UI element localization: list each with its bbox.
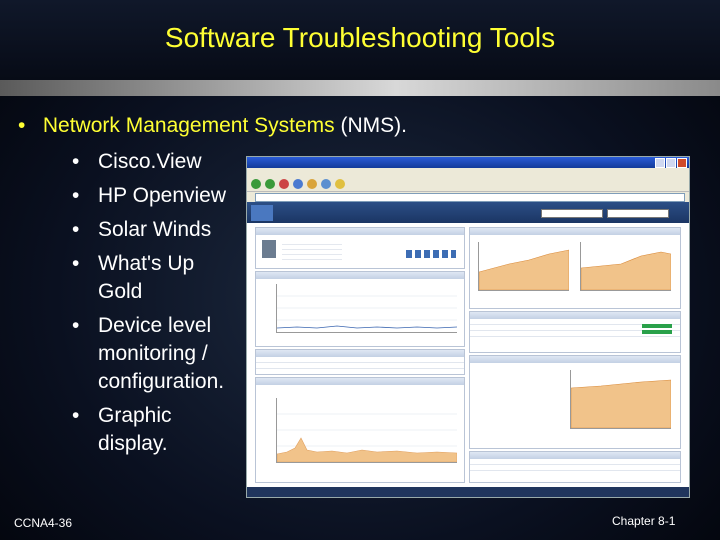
tool-icons: [406, 250, 456, 258]
ping-chart: [276, 413, 458, 463]
main-bullet-dot: •: [18, 114, 26, 137]
main-bullet: • Network Management Systems (NMS).: [18, 114, 407, 138]
disk-chart-e: [580, 251, 672, 291]
memory-table-panel: [469, 451, 681, 483]
bullet-dot: •: [72, 150, 80, 173]
screenshot-dashboard: [247, 223, 689, 487]
home-icon: [307, 179, 317, 189]
slide-title: Software Troubleshooting Tools: [164, 22, 556, 53]
ping-panel: [255, 377, 465, 483]
main-bullet-rest: (NMS).: [340, 114, 408, 137]
sub-bullet-text: Graphic display.: [98, 404, 172, 455]
main-bullet-highlight: Network Management Systems: [42, 114, 335, 137]
disk-panel: [469, 227, 681, 309]
stop-icon: [279, 179, 289, 189]
disk-chart-c: [478, 249, 570, 291]
screenshot-footer-bar: [247, 487, 689, 497]
memory-panel: [469, 355, 681, 449]
app-logo-icon: [251, 205, 273, 221]
refresh-icon: [293, 179, 303, 189]
screenshot-menubar: [247, 168, 689, 177]
cpu-panel: [255, 271, 465, 347]
device-panel: [255, 227, 465, 269]
sub-bullet-item: • HP Openview: [72, 182, 244, 210]
memory-chart: [570, 379, 672, 429]
favorites-icon: [335, 179, 345, 189]
sub-bullet-item: • Cisco.View: [72, 148, 244, 176]
sub-bullet-text: What's Up Gold: [98, 252, 195, 303]
title-divider: [0, 80, 720, 96]
bullet-dot: •: [72, 314, 80, 337]
title-bar: Software Troubleshooting Tools: [0, 0, 720, 80]
back-icon: [251, 179, 261, 189]
bullet-dot: •: [72, 404, 80, 427]
sub-bullet-text: Device level monitoring / configuration.: [98, 314, 225, 393]
screenshot-address-bar: [247, 192, 689, 202]
footer-chapter: Chapter 8-1: [612, 514, 676, 528]
cpu-table-panel: [255, 349, 465, 375]
bullet-dot: •: [72, 184, 80, 207]
network-monitor-screenshot: [246, 156, 690, 498]
sub-bullet-item: • What's Up Gold: [72, 250, 244, 306]
device-selector: [541, 208, 603, 218]
cpu-chart: [276, 284, 458, 332]
sub-bullet-text: Cisco.View: [98, 150, 202, 173]
window-controls-icon: [654, 158, 687, 173]
sub-bullet-item: • Graphic display.: [72, 402, 244, 458]
sub-bullet-text: Solar Winds: [98, 218, 212, 241]
device-icon: [262, 240, 276, 258]
sub-bullet-item: • Solar Winds: [72, 216, 244, 244]
bullet-dot: •: [72, 252, 80, 275]
sub-bullet-list: • Cisco.View • HP Openview • Solar Winds • W…: [72, 148, 244, 464]
sub-bullet-item: • Device level monitoring / configuration…: [72, 312, 244, 396]
screenshot-window-title: [247, 157, 689, 168]
search-icon: [321, 179, 331, 189]
screenshot-toolbar: [247, 177, 689, 192]
disk-table-panel: [469, 311, 681, 353]
sub-bullet-text: HP Openview: [98, 184, 227, 207]
view-selector: [607, 208, 669, 218]
bullet-dot: •: [72, 218, 80, 241]
screenshot-app-header: [247, 202, 689, 224]
forward-icon: [265, 179, 275, 189]
footer-course-code: CCNA4-36: [14, 516, 73, 530]
slide-background: Software Troubleshooting Tools • Network…: [0, 0, 720, 540]
